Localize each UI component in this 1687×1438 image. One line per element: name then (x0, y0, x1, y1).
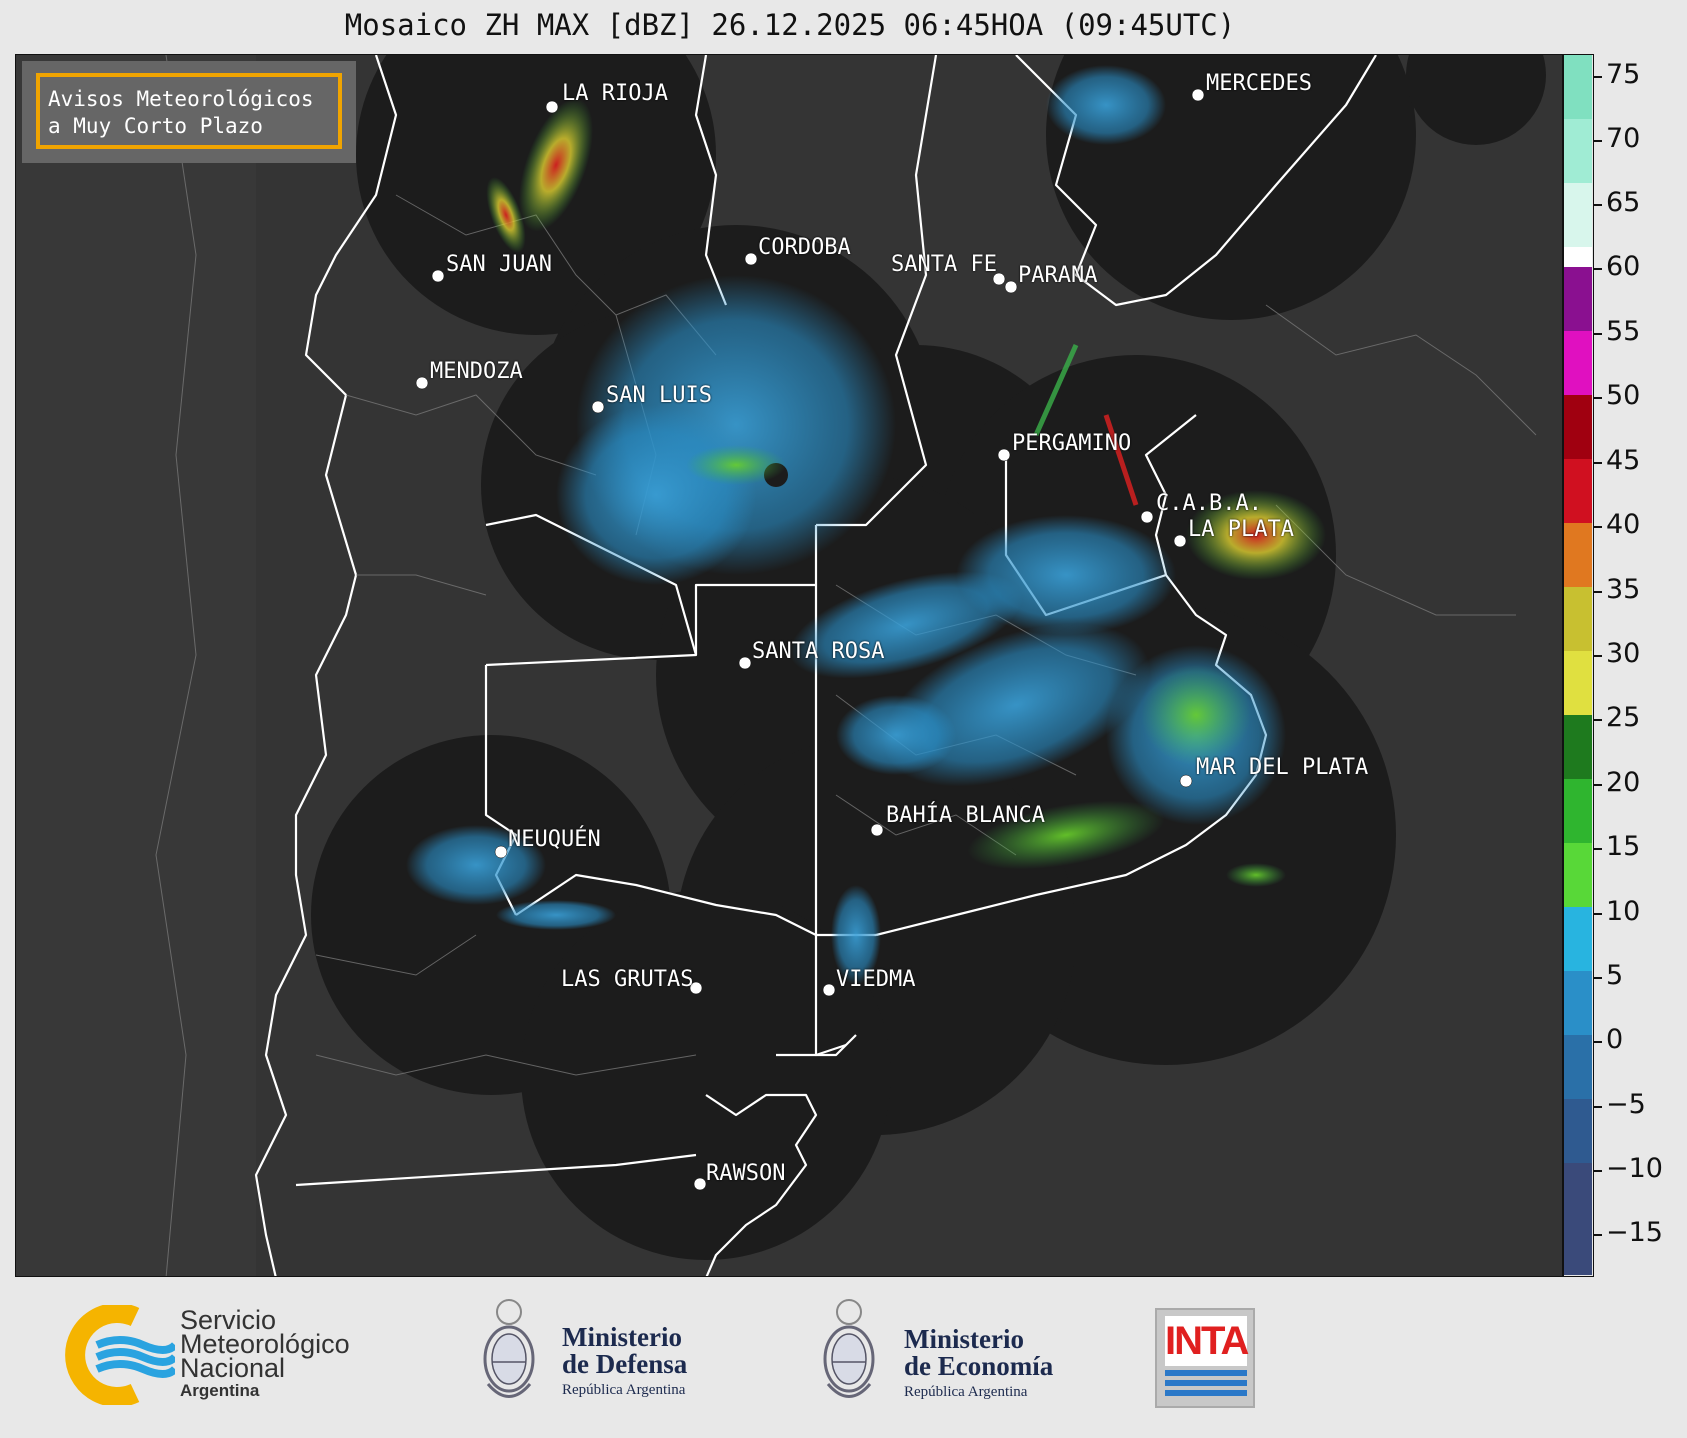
city-label-las-grutas: LAS GRUTAS (561, 967, 694, 992)
city-label-rawson: RAWSON (706, 1161, 786, 1186)
dbz-colorbar (1563, 54, 1594, 1277)
colorbar-label: 40 (1606, 509, 1641, 540)
colorbar-label: 45 (1606, 445, 1641, 476)
coat-of-arms-icon (823, 1299, 875, 1398)
smn-country: Argentina (180, 1381, 260, 1400)
city-label-santa-fe: SANTA FE (891, 252, 997, 277)
city-label-san-luis: SAN LUIS (606, 383, 712, 408)
city-label-mendoza: MENDOZA (430, 359, 523, 384)
city-label-pergamino: PERGAMINO (1012, 431, 1132, 456)
colorbar-label: 50 (1606, 380, 1641, 411)
colorbar-label: −15 (1606, 1217, 1663, 1248)
colorbar-gradient (1564, 55, 1592, 1275)
colorbar-label: 20 (1606, 767, 1641, 798)
city-label-san-juan: SAN JUAN (446, 252, 552, 277)
economia-country: República Argentina (904, 1384, 1028, 1400)
colorbar-label: 70 (1606, 123, 1641, 154)
economia-title-1: Ministerio (904, 1324, 1024, 1354)
colorbar-label: −10 (1606, 1153, 1663, 1184)
defensa-title-2: de Defensa (562, 1349, 688, 1379)
defensa-logo[interactable]: Ministerio de Defensa República Argentin… (478, 1294, 728, 1414)
colorbar-label: 55 (1606, 316, 1641, 347)
city-label-bahia-blanca: BAHÍA BLANCA (886, 803, 1045, 828)
alert-line-2: a Muy Corto Plazo (48, 114, 263, 138)
colorbar-label: 0 (1606, 1024, 1624, 1055)
colorbar-label: 5 (1606, 960, 1624, 991)
colorbar-label: −5 (1606, 1089, 1646, 1120)
alert-link[interactable]: Avisos Meteorológicos a Muy Corto Plazo (36, 73, 342, 149)
defensa-title-1: Ministerio (562, 1322, 682, 1352)
city-label-neuquen: NEUQUÉN (508, 827, 601, 852)
smn-name-line-3: Nacional (180, 1353, 286, 1383)
city-label-cordoba: CORDOBA (758, 235, 851, 260)
colorbar-label: 15 (1606, 831, 1641, 862)
inta-logo[interactable]: INTA (1155, 1308, 1255, 1408)
colorbar-label: 75 (1606, 59, 1641, 90)
alert-line-1: Avisos Meteorológicos (48, 87, 314, 111)
city-label-la-rioja: LA RIOJA (562, 81, 668, 106)
colorbar-label: 25 (1606, 702, 1641, 733)
radar-map[interactable]: Avisos Meteorológicos a Muy Corto Plazo … (15, 54, 1563, 1277)
colorbar-label: 60 (1606, 251, 1641, 282)
alert-panel[interactable]: Avisos Meteorológicos a Muy Corto Plazo (22, 61, 356, 163)
city-label-mar-del-plata: MAR DEL PLATA (1196, 755, 1369, 780)
colorbar-label: 65 (1606, 187, 1641, 218)
defensa-country: República Argentina (562, 1382, 686, 1398)
colorbar-label: 35 (1606, 574, 1641, 605)
city-label-la-plata: LA PLATA (1188, 517, 1294, 542)
city-label-parana: PARANA (1018, 263, 1098, 288)
city-label-santa-rosa: SANTA ROSA (752, 639, 885, 664)
city-label-mercedes: MERCEDES (1206, 71, 1312, 96)
economia-title-2: de Economía (904, 1351, 1054, 1381)
colorbar-label: 10 (1606, 896, 1641, 927)
colorbar-label: 30 (1606, 638, 1641, 669)
smn-logo[interactable]: Servicio Meteorológico Nacional Argentin… (65, 1305, 385, 1405)
smn-emblem-icon (65, 1305, 175, 1405)
footer-logos: Servicio Meteorológico Nacional Argentin… (0, 1280, 1687, 1438)
city-label-caba: C.A.B.A. (1156, 491, 1262, 516)
inta-wordmark: INTA (1165, 1319, 1249, 1363)
city-label-viedma: VIEDMA (836, 967, 916, 992)
coat-of-arms-icon (483, 1299, 535, 1398)
economia-logo[interactable]: Ministerio de Economía República Argenti… (818, 1294, 1078, 1414)
map-title: Mosaico ZH MAX [dBZ] 26.12.2025 06:45HOA… (344, 8, 1236, 42)
